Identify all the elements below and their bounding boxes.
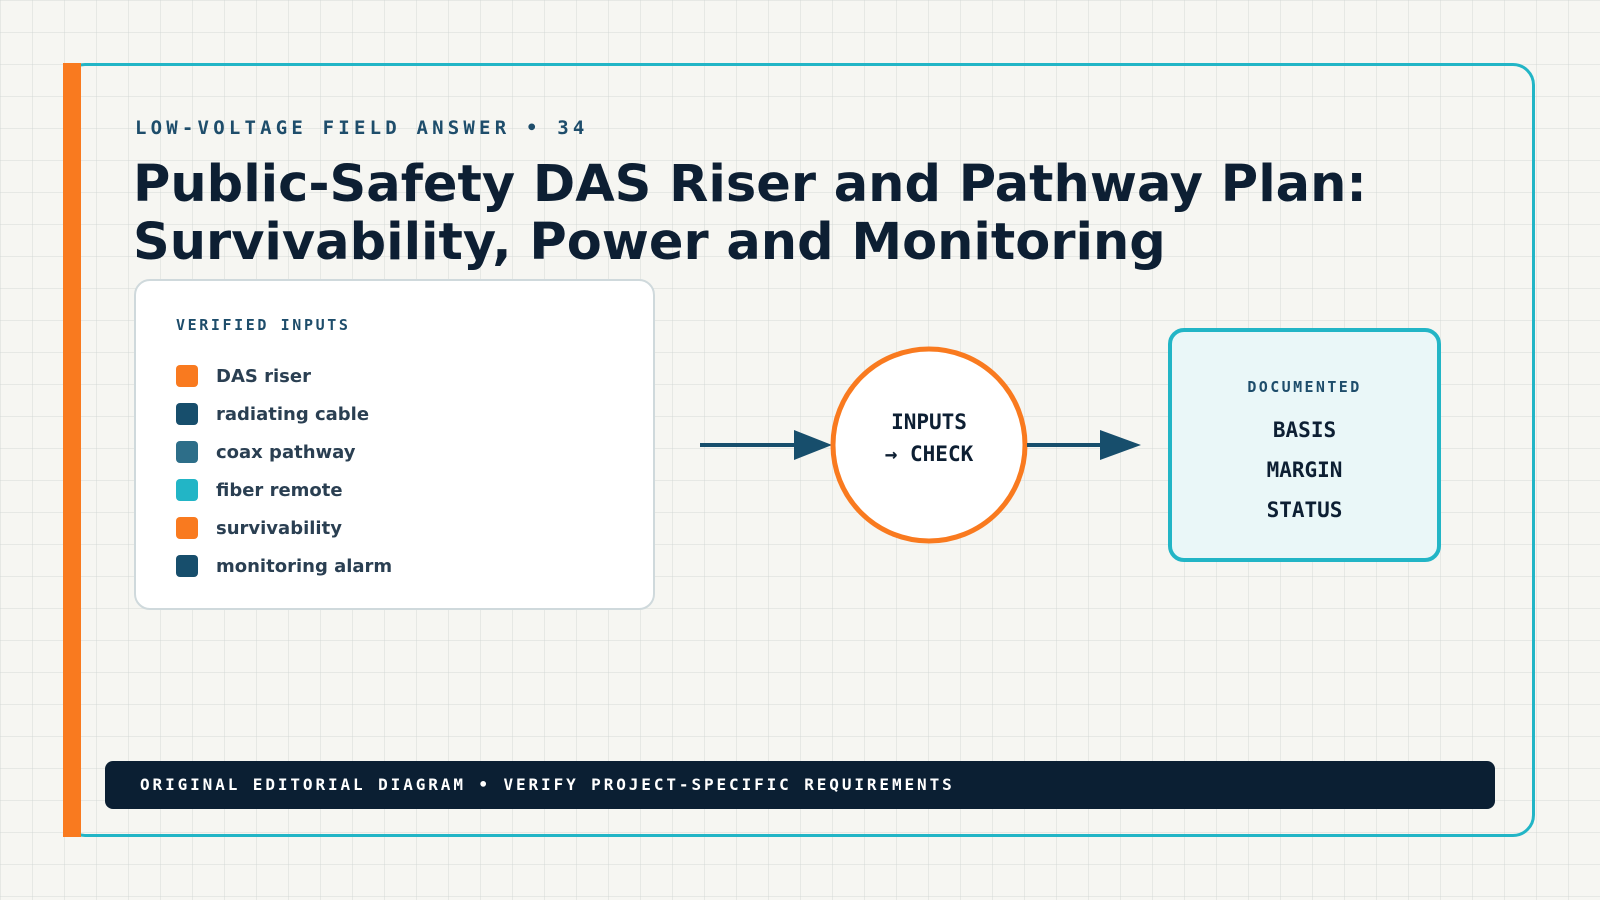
output-item: BASIS	[1272, 418, 1337, 442]
check-node-label: INPUTS → CHECK	[831, 406, 1027, 470]
check-node-line-1: INPUTS	[891, 410, 967, 434]
arrow-right-icon	[1027, 430, 1141, 460]
output-heading: DOCUMENTED	[1247, 378, 1362, 396]
footer-text: ORIGINAL EDITORIAL DIAGRAM • VERIFY PROJ…	[140, 775, 955, 794]
output-item: MARGIN	[1266, 458, 1343, 482]
output-list: BASIS MARGIN STATUS	[1172, 410, 1437, 530]
documented-output-card: DOCUMENTED BASIS MARGIN STATUS	[1168, 328, 1441, 562]
output-item: STATUS	[1266, 498, 1343, 522]
footer-banner: ORIGINAL EDITORIAL DIAGRAM • VERIFY PROJ…	[105, 761, 1495, 809]
arrow-right-icon	[700, 430, 832, 460]
check-node-line-2: → CHECK	[884, 442, 974, 466]
